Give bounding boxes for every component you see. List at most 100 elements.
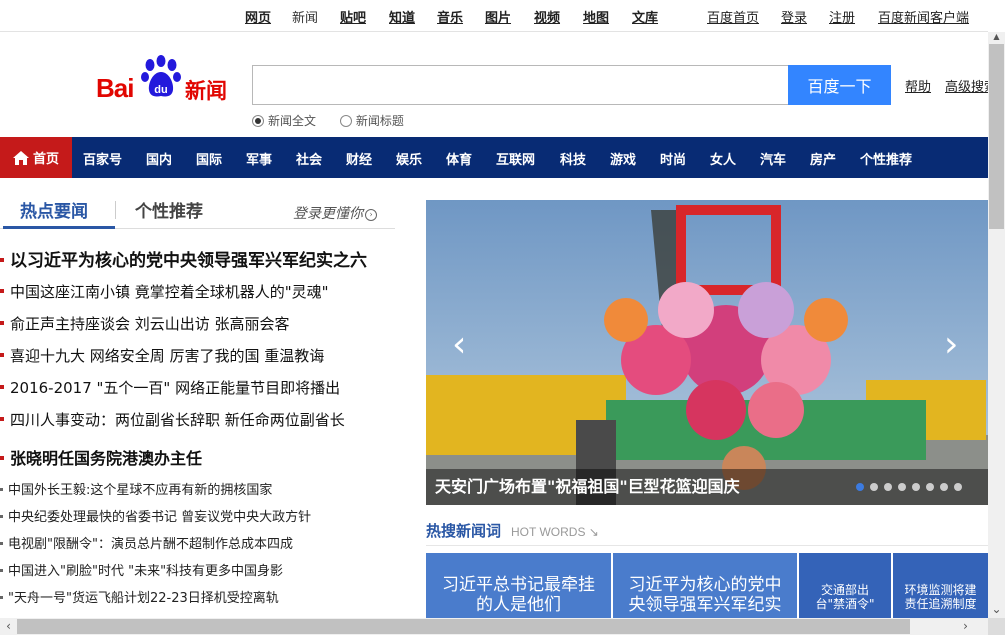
carousel-image[interactable] — [426, 200, 988, 505]
news-link[interactable]: 中央纪委处理最快的省委书记 曾妄议党中央大政方针 — [0, 506, 311, 525]
nav-link-zhidao[interactable]: 知道 — [389, 7, 415, 26]
channel-baijiahao[interactable]: 百家号 — [83, 149, 122, 168]
channel-home[interactable]: 首页 — [0, 137, 72, 178]
channel-military[interactable]: 军事 — [246, 149, 272, 168]
channel-entertainment[interactable]: 娱乐 — [396, 149, 422, 168]
channel-personal[interactable]: 个性推荐 — [860, 149, 912, 168]
channel-tech[interactable]: 科技 — [560, 149, 586, 168]
nav-link-wenku[interactable]: 文库 — [632, 7, 658, 26]
search-button[interactable]: 百度一下 — [788, 65, 891, 105]
nav-link-web[interactable]: 网页 — [245, 7, 271, 26]
bullet-icon — [0, 456, 4, 460]
channel-home-label: 首页 — [32, 152, 59, 167]
radio-selected-icon — [252, 114, 264, 127]
news-text: 中国进入"刷脸"时代 "未来"科技有更多中国身影 — [8, 564, 284, 579]
channel-internet[interactable]: 互联网 — [496, 149, 535, 168]
photo-carousel[interactable]: 天安门广场布置"祝福祖国"巨型花篮迎国庆 ‹ › — [426, 200, 988, 505]
bullet-icon — [0, 596, 3, 599]
news-link[interactable]: "天舟一号"货运飞船计划22-23日择机受控离轨 — [0, 587, 279, 606]
news-link[interactable]: 2016-2017 "五个一百" 网络正能量节目即将播出 — [0, 377, 340, 398]
carousel-indicators — [850, 483, 962, 491]
carousel-dot[interactable] — [856, 483, 864, 491]
hotwords-subtitle: HOT WORDS ↘ — [511, 525, 599, 539]
carousel-next-icon[interactable]: › — [944, 324, 958, 365]
logo-paw-text: du — [154, 84, 167, 96]
search-input[interactable] — [252, 65, 788, 105]
carousel-dot[interactable] — [926, 483, 934, 491]
news-tabs: 热点要闻 个性推荐 登录更懂你 › — [0, 195, 395, 229]
hotword-text: 环境监测将建责任追溯制度 — [904, 583, 977, 611]
channel-games[interactable]: 游戏 — [610, 149, 636, 168]
scroll-left-icon[interactable]: ‹ — [0, 618, 17, 635]
scroll-right-icon[interactable]: › — [957, 618, 974, 635]
scroll-up-icon[interactable]: ▲ — [988, 32, 1005, 44]
channel-auto[interactable]: 汽车 — [760, 149, 786, 168]
vertical-scroll-thumb[interactable] — [989, 44, 1004, 229]
nav-link-music[interactable]: 音乐 — [437, 7, 463, 26]
scroll-down-icon[interactable]: ⌄ — [988, 601, 1005, 618]
nav-link-news[interactable]: 新闻 — [292, 7, 318, 26]
active-tab-indicator — [3, 226, 115, 229]
carousel-dot[interactable] — [884, 483, 892, 491]
bullet-icon — [0, 385, 4, 389]
tab-personal[interactable]: 个性推荐 — [135, 197, 203, 222]
carousel-dot[interactable] — [940, 483, 948, 491]
tab-hot-news[interactable]: 热点要闻 — [20, 197, 88, 222]
headline-link[interactable]: 以习近平为核心的党中央领导强军兴军纪实之六 — [0, 246, 367, 271]
carousel-caption[interactable]: 天安门广场布置"祝福祖国"巨型花篮迎国庆 — [435, 473, 740, 497]
channel-society[interactable]: 社会 — [296, 149, 322, 168]
bullet-icon — [0, 569, 3, 572]
horizontal-scroll-thumb[interactable] — [17, 619, 910, 634]
news-link[interactable]: 四川人事变动：两位副省长辞职 新任命两位副省长 — [0, 409, 345, 430]
news-text: 2016-2017 "五个一百" 网络正能量节目即将播出 — [10, 379, 341, 397]
news-text: 中央纪委处理最快的省委书记 曾妄议党中央大政方针 — [8, 510, 312, 525]
channel-finance[interactable]: 财经 — [346, 149, 372, 168]
login-prompt-label: 登录更懂你 — [293, 206, 363, 222]
channel-domestic[interactable]: 国内 — [146, 149, 172, 168]
login-prompt-link[interactable]: 登录更懂你 › — [293, 203, 377, 223]
news-link[interactable]: 中国外长王毅:这个星球不应再有新的拥核国家 — [0, 479, 272, 498]
radio-unselected-icon — [339, 114, 352, 127]
hotwords-subtitle-text: HOT WORDS — [511, 525, 586, 539]
vertical-scrollbar[interactable]: ▲ ⌄ — [988, 32, 1005, 618]
news-link[interactable]: 中国这座江南小镇 竟掌控着全球机器人的"灵魂" — [0, 281, 329, 302]
carousel-dot[interactable] — [912, 483, 920, 491]
nav-link-map[interactable]: 地图 — [583, 7, 609, 26]
news-link[interactable]: 俞正声主持座谈会 刘云山出访 张高丽会客 — [0, 313, 290, 334]
channel-women[interactable]: 女人 — [710, 149, 736, 168]
bullet-icon — [0, 542, 3, 545]
news-link[interactable]: 电视剧"限酬令"：演员总片酬不超制作总成本四成 — [0, 533, 293, 552]
channel-fashion[interactable]: 时尚 — [660, 149, 686, 168]
carousel-dot[interactable] — [898, 483, 906, 491]
radio-fulltext-label: 新闻全文 — [268, 114, 317, 128]
carousel-prev-icon[interactable]: ‹ — [452, 324, 466, 365]
radio-fulltext[interactable]: 新闻全文 — [252, 112, 316, 129]
register-link[interactable]: 注册 — [829, 7, 855, 26]
news-client-link[interactable]: 百度新闻客户端 — [878, 7, 969, 26]
carousel-dot[interactable] — [954, 483, 962, 491]
paw-icon: du — [141, 55, 181, 97]
radio-title[interactable]: 新闻标题 — [339, 112, 404, 129]
nav-link-video[interactable]: 视频 — [534, 7, 560, 26]
bullet-icon — [0, 321, 4, 325]
baidu-home-link[interactable]: 百度首页 — [707, 7, 759, 26]
bullet-icon — [0, 258, 4, 262]
hotword-text: 习近平为核心的党中央领导强军兴军纪实 — [628, 575, 782, 615]
carousel-dot[interactable] — [870, 483, 878, 491]
channel-sports[interactable]: 体育 — [446, 149, 472, 168]
nav-link-tieba[interactable]: 贴吧 — [340, 7, 366, 26]
news-text: 俞正声主持座谈会 刘云山出访 张高丽会客 — [10, 315, 290, 333]
login-link[interactable]: 登录 — [781, 7, 807, 26]
channel-realestate[interactable]: 房产 — [810, 149, 836, 168]
horizontal-scrollbar[interactable]: ‹ › — [0, 618, 988, 635]
channel-international[interactable]: 国际 — [196, 149, 222, 168]
news-link[interactable]: 喜迎十九大 网络安全周 厉害了我的国 重温教诲 — [0, 345, 324, 366]
baidu-news-logo[interactable]: Bai du 新闻 — [96, 53, 236, 103]
help-link[interactable]: 帮助 — [905, 76, 931, 95]
nav-link-images[interactable]: 图片 — [485, 7, 511, 26]
news-link[interactable]: 中国进入"刷脸"时代 "未来"科技有更多中国身影 — [0, 560, 283, 579]
headline-link[interactable]: 张晓明任国务院港澳办主任 — [0, 445, 202, 469]
logo-product-text: 新闻 — [185, 79, 227, 103]
headline-text: 以习近平为核心的党中央领导强军兴军纪实之六 — [10, 251, 367, 271]
news-text: 中国这座江南小镇 竟掌控着全球机器人的"灵魂" — [10, 283, 329, 301]
